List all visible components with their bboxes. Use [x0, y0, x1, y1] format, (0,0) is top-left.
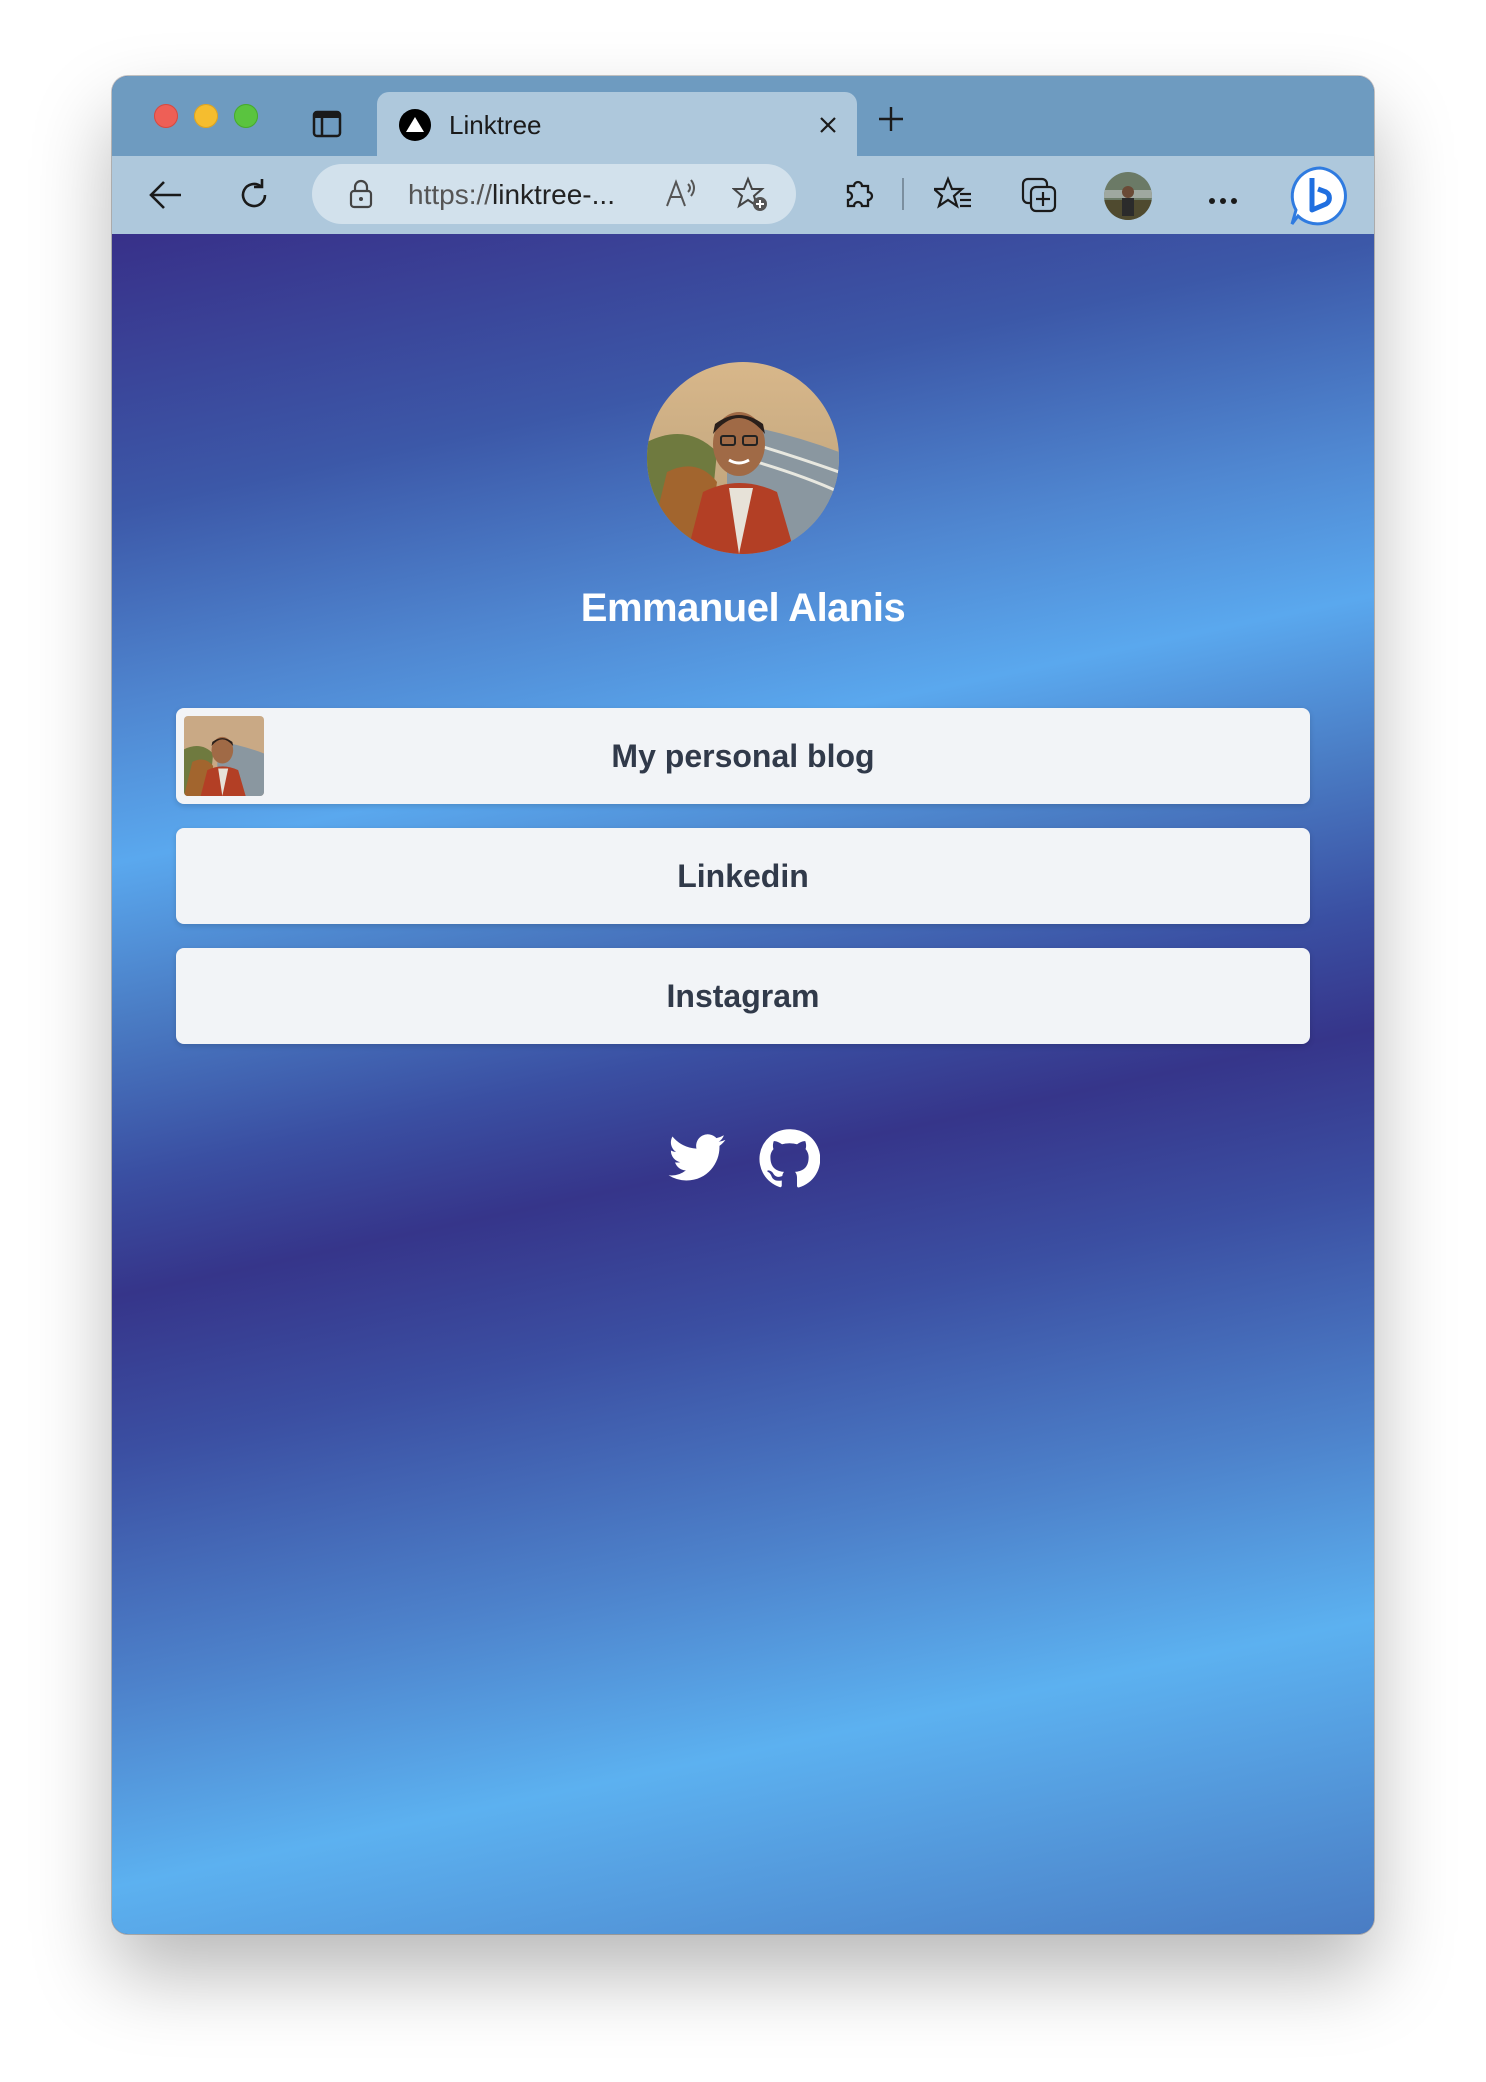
profile-name: Emmanuel Alanis [580, 586, 906, 630]
refresh-icon[interactable] [236, 177, 272, 218]
url-text[interactable]: https://linktree-... [408, 179, 615, 211]
close-tab-icon[interactable] [817, 114, 839, 136]
new-tab-icon[interactable] [876, 104, 906, 134]
browser-toolbar: https://linktree-... [112, 156, 1374, 235]
tab-title: Linktree [449, 110, 542, 140]
link-button-linkedin[interactable]: Linkedin [176, 828, 1310, 924]
browser-window: Linktree https://linktree-... Emmanuel A… [112, 76, 1374, 1934]
add-favorite-icon[interactable] [731, 176, 770, 219]
link-button-blog[interactable]: My personal blog [176, 708, 1310, 804]
lock-icon[interactable] [348, 178, 374, 215]
address-bar[interactable]: https://linktree-... [312, 164, 796, 224]
link-button-instagram[interactable]: Instagram [176, 948, 1310, 1044]
favorites-icon[interactable] [931, 176, 972, 217]
toolbar-divider [902, 178, 904, 210]
twitter-icon[interactable] [666, 1128, 728, 1190]
link-label-blog: My personal blog [611, 738, 875, 774]
zoom-window-button[interactable] [234, 104, 258, 128]
url-scheme: https:// [408, 179, 493, 210]
page-content: Emmanuel Alanis My personal blog Linkedi… [112, 234, 1374, 1934]
tab-bar: Linktree [112, 76, 1374, 156]
link-label-linkedin: Linkedin [677, 858, 809, 894]
vercel-favicon-icon [399, 109, 431, 141]
read-aloud-icon[interactable] [664, 178, 698, 215]
profile-avatar[interactable] [1104, 172, 1152, 220]
profile-photo [647, 362, 839, 554]
back-arrow-icon[interactable] [148, 179, 184, 216]
tab-linktree[interactable]: Linktree [377, 92, 857, 156]
close-window-button[interactable] [154, 104, 178, 128]
more-options-icon[interactable] [1208, 192, 1238, 210]
collections-icon[interactable] [1020, 176, 1058, 219]
extensions-icon[interactable] [840, 176, 876, 217]
link-label-instagram: Instagram [666, 978, 820, 1014]
minimize-window-button[interactable] [194, 104, 218, 128]
tab-actions-icon[interactable] [312, 110, 342, 138]
github-icon[interactable] [758, 1128, 821, 1190]
bing-copilot-icon[interactable] [1288, 164, 1352, 233]
url-host: linktree-... [492, 179, 615, 210]
